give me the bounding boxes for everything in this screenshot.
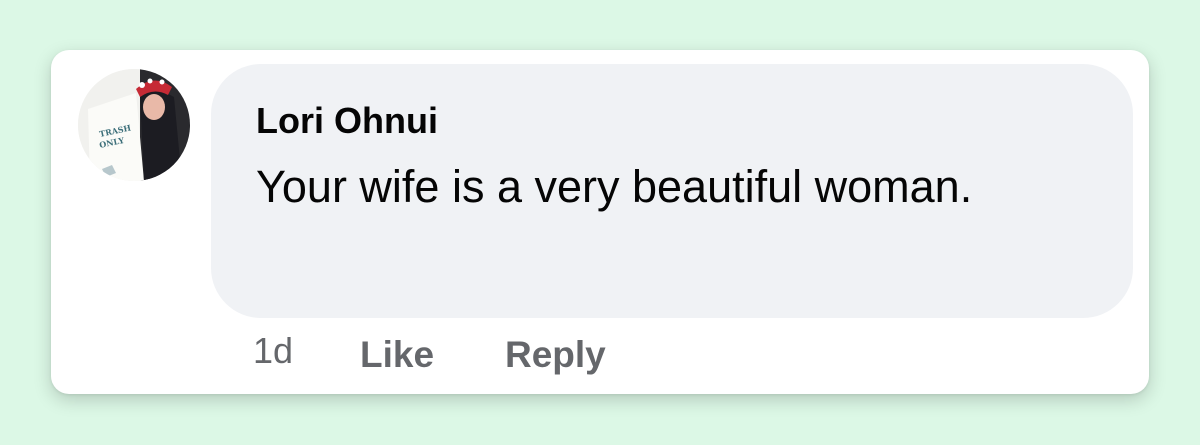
profile-photo-icon: TRASH ONLY bbox=[78, 69, 190, 181]
comment-card: TRASH ONLY Lori Ohnui Your wife is a ver… bbox=[51, 50, 1149, 394]
comment-timestamp[interactable]: 1d bbox=[253, 330, 293, 372]
comment-text: Your wife is a very beautiful woman. bbox=[256, 161, 973, 212]
avatar[interactable]: TRASH ONLY bbox=[78, 69, 190, 181]
comment-bubble: Lori Ohnui Your wife is a very beautiful… bbox=[211, 64, 1133, 318]
comment-author-name[interactable]: Lori Ohnui bbox=[256, 100, 438, 142]
reply-button[interactable]: Reply bbox=[505, 334, 606, 376]
like-button[interactable]: Like bbox=[360, 334, 434, 376]
